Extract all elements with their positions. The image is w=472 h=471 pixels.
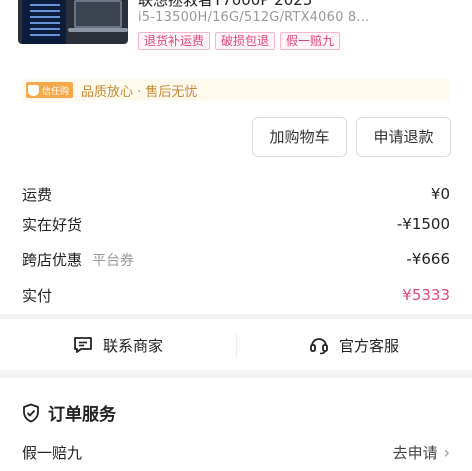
product-tags: 退货补运费 破损包退 假一赔九 [138, 32, 341, 50]
official-support-label: 官方客服 [338, 336, 399, 355]
price-row-discount: 实在好货 -¥1500 [22, 212, 450, 236]
price-row-shipping: 运费 ¥0 [22, 182, 450, 206]
order-service-header: 订单服务 [22, 400, 116, 425]
tag-freight-refund: 退货补运费 [138, 32, 211, 50]
apply-link[interactable]: 去申请 › [393, 442, 450, 463]
contact-merchant-label: 联系商家 [102, 336, 163, 355]
laptop-base-image [68, 28, 128, 32]
price-label: 运费 [22, 185, 53, 204]
price-value: ¥0 [430, 185, 450, 203]
price-label: 实在好货 [22, 215, 83, 234]
price-label: 实付 [22, 286, 53, 305]
assurance-bar[interactable]: 信任购 品质放心 · 售后无忧 [22, 79, 450, 101]
product-title[interactable]: 联想拯救者Y7000P 2023 [138, 0, 398, 10]
service-item-label: 假一赔九 [22, 444, 83, 462]
assurance-text: 品质放心 · 售后无忧 [81, 84, 198, 100]
paid-amount: ¥5333 [402, 286, 450, 304]
request-refund-button[interactable]: 申请退款 [356, 117, 451, 157]
contact-bar: 联系商家 官方客服 [0, 318, 472, 370]
trust-badge: 信任购 [26, 82, 74, 98]
price-row-paid: 实付 ¥5333 [22, 283, 450, 307]
trust-badge-label: 信任购 [42, 86, 70, 97]
order-service-title: 订单服务 [48, 405, 116, 425]
tag-fake-compensation: 假一赔九 [280, 32, 341, 50]
shield-icon [28, 84, 39, 96]
shield-check-icon [22, 403, 40, 423]
tag-damage-return: 破损包退 [215, 32, 276, 50]
price-value: -¥666 [406, 250, 450, 268]
thumbnail-spec-panel [22, 0, 66, 44]
headset-icon [309, 335, 329, 355]
chevron-right-icon: › [443, 443, 450, 462]
apply-link-label: 去申请 [392, 444, 438, 462]
price-row-cross-store: 跨店优惠 平台券 -¥666 [22, 247, 450, 271]
service-item-row[interactable]: 假一赔九 去申请 › [22, 442, 450, 463]
price-label: 跨店优惠 [22, 250, 83, 269]
product-thumbnail[interactable] [18, 0, 128, 44]
official-support-button[interactable]: 官方客服 [236, 319, 472, 371]
product-spec: i5-13500H/16G/512G/RTX4060 8... [138, 10, 370, 25]
laptop-image [74, 0, 122, 28]
price-sublabel: 平台券 [92, 252, 135, 269]
order-service-card: 订单服务 假一赔九 去申请 › [0, 378, 472, 471]
order-detail-card: 联想拯救者Y7000P 2023 i5-13500H/16G/512G/RTX4… [0, 0, 472, 314]
add-to-cart-button[interactable]: 加购物车 [252, 117, 347, 157]
chat-icon [73, 336, 93, 354]
contact-merchant-button[interactable]: 联系商家 [0, 319, 236, 371]
price-value: -¥1500 [396, 215, 450, 233]
